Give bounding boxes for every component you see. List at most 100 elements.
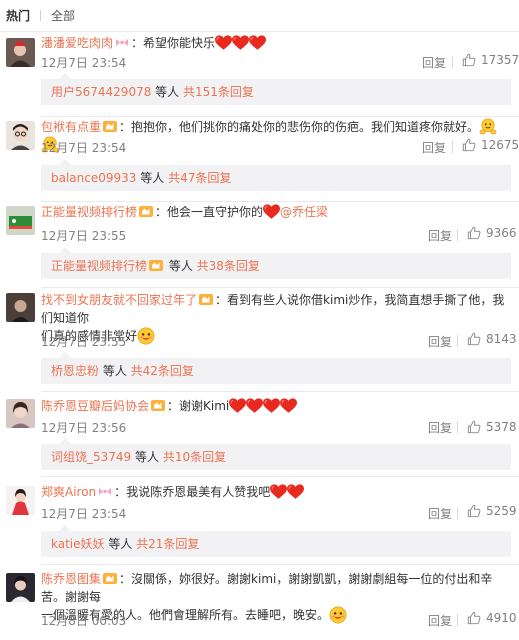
vip-badge-icon [149, 260, 163, 271]
sub-reply-mid: 等人 [151, 85, 183, 99]
reply-button[interactable]: 回复 [422, 54, 446, 71]
comment-time: 12月7日 23:55 [41, 335, 127, 349]
separator [41, 201, 519, 202]
sub-replies: 用户5674429078 等人 共151条回复 [41, 73, 511, 105]
like-button[interactable]: 9366 [467, 226, 517, 240]
hug-emoji-icon [479, 118, 497, 136]
like-button[interactable]: 8143 [467, 332, 517, 346]
like-count: 8143 [486, 332, 517, 346]
sub-replies: 正能量视频排行榜 等人 共38条回复 [41, 247, 511, 279]
heart-icon [280, 398, 297, 414]
thumbs-up-icon [462, 53, 476, 67]
avatar[interactable] [6, 121, 35, 150]
reply-button[interactable]: 回复 [428, 612, 452, 629]
avatar[interactable] [6, 399, 35, 428]
sub-reply-user[interactable]: balance09933 [51, 171, 136, 185]
like-count: 5259 [486, 504, 517, 518]
sub-replies: balance09933 等人 共47条回复 [41, 159, 511, 191]
sub-replies: 词组饶_53749 等人 共10条回复 [41, 438, 511, 470]
like-button[interactable]: 4910 [467, 611, 517, 625]
mention-link[interactable]: @乔任梁 [280, 205, 328, 219]
comment-time: 12月8日 00:03 [41, 614, 127, 628]
sub-reply-user[interactable]: 用户5674429078 [51, 85, 151, 99]
colon: ： [155, 205, 168, 219]
comment-time: 12月7日 23:54 [41, 56, 127, 70]
tab-all[interactable]: 全部 [51, 7, 75, 24]
reply-button[interactable]: 回复 [428, 419, 452, 436]
avatar[interactable] [6, 293, 35, 322]
tab-divider [40, 10, 42, 21]
comment-text: 他会一直守护你的 [167, 205, 264, 219]
divider [457, 507, 458, 519]
vip-badge-icon [151, 400, 165, 411]
avatar[interactable] [6, 206, 35, 235]
like-count: 12675 [481, 138, 519, 152]
more-replies-link[interactable]: 共38条回复 [197, 259, 260, 273]
like-count: 5378 [486, 420, 517, 434]
like-count: 4910 [486, 611, 517, 625]
thumbs-up-icon [467, 226, 481, 240]
sub-reply-user[interactable]: 正能量视频排行榜 [51, 259, 147, 273]
sub-reply-mid: 等人 [165, 259, 197, 273]
avatar[interactable] [6, 38, 35, 67]
divider [457, 421, 458, 433]
comment-time: 12月7日 23:54 [41, 507, 127, 521]
comment-item: 陈乔恩豆瓣后妈协会 ：谢谢Kimi 12月7日 23:56 回复 5378 词组饶… [0, 395, 519, 477]
sub-reply-user[interactable]: 词组饶_53749 [51, 450, 131, 464]
comment-username[interactable]: 陈乔恩豆瓣后妈协会 [41, 399, 149, 413]
thumbs-up-icon [467, 504, 481, 518]
pink-badge-icon [98, 486, 112, 497]
heart-icon [215, 35, 232, 51]
sub-replies: 桥恩忠粉 等人 共42条回复 [41, 352, 511, 384]
comment-text: 我说陈乔恩最美有人赞我吧 [126, 485, 271, 499]
vip-badge-icon [103, 121, 117, 132]
divider [457, 335, 458, 347]
like-button[interactable]: 12675 [462, 138, 519, 152]
comment-username[interactable]: 正能量视频排行榜 [41, 205, 137, 219]
sub-replies: katie妖妖 等人 共21条回复 [41, 525, 511, 557]
avatar[interactable] [6, 486, 35, 515]
like-button[interactable]: 17357 [462, 53, 519, 67]
thumbs-up-icon [467, 420, 481, 434]
thumbs-up-icon [462, 138, 476, 152]
comment-username[interactable]: 包袱有点重 [41, 120, 101, 134]
comment-item: 郑爽Airon ：我说陈乔恩最美有人赞我吧 12月7日 23:54 回复 5259… [0, 482, 519, 565]
reply-button[interactable]: 回复 [422, 139, 446, 156]
separator [41, 287, 519, 288]
sub-reply-mid: 等人 [104, 537, 137, 551]
like-button[interactable]: 5378 [467, 420, 517, 434]
tab-hot[interactable]: 热门 [6, 7, 30, 24]
sub-reply-user[interactable]: 桥恩忠粉 [51, 364, 99, 378]
more-replies-link[interactable]: 共10条回复 [163, 450, 226, 464]
thumbs-up-icon [467, 332, 481, 346]
separator [41, 476, 519, 477]
reply-button[interactable]: 回复 [428, 505, 452, 522]
reply-button[interactable]: 回复 [428, 333, 452, 350]
like-count: 17357 [481, 53, 519, 67]
more-replies-link[interactable]: 共151条回复 [183, 85, 254, 99]
avatar[interactable] [6, 573, 35, 602]
more-replies-link[interactable]: 共42条回复 [131, 364, 194, 378]
more-replies-link[interactable]: 共21条回复 [136, 537, 199, 551]
pink-badge-icon [115, 37, 129, 48]
comment-item: 包袱有点重 ：抱抱你，他们挑你的痛处你的悲伤你的伤疤。我们知道疼你就好。 12月7… [0, 117, 519, 207]
colon: ： [119, 572, 132, 586]
like-button[interactable]: 5259 [467, 504, 517, 518]
comment-username[interactable]: 郑爽Airon [41, 485, 96, 499]
separator [41, 564, 519, 565]
reply-button[interactable]: 回复 [428, 227, 452, 244]
comment-username[interactable]: 找不到女朋友就不回家过年了 [41, 293, 197, 307]
like-count: 9366 [486, 226, 517, 240]
heart-icon [263, 398, 280, 414]
heart-icon [246, 398, 263, 414]
comment-item: 陈乔恩图集 ：沒關係，妳很好。謝謝kimi，謝謝凱凱，謝謝劇組每一位的付出和辛苦。… [0, 569, 519, 640]
sub-reply-user[interactable]: katie妖妖 [51, 537, 105, 551]
comment-username[interactable]: 潘潘爱吃肉肉 [41, 36, 113, 50]
comment-tabs: 热门 全部 [0, 0, 519, 32]
vip-badge-icon [139, 206, 153, 217]
more-replies-link[interactable]: 共47条回复 [168, 171, 231, 185]
laugh-emoji-icon [329, 606, 347, 624]
comment-username[interactable]: 陈乔恩图集 [41, 572, 101, 586]
heart-icon [229, 398, 246, 414]
colon: ： [119, 120, 132, 134]
